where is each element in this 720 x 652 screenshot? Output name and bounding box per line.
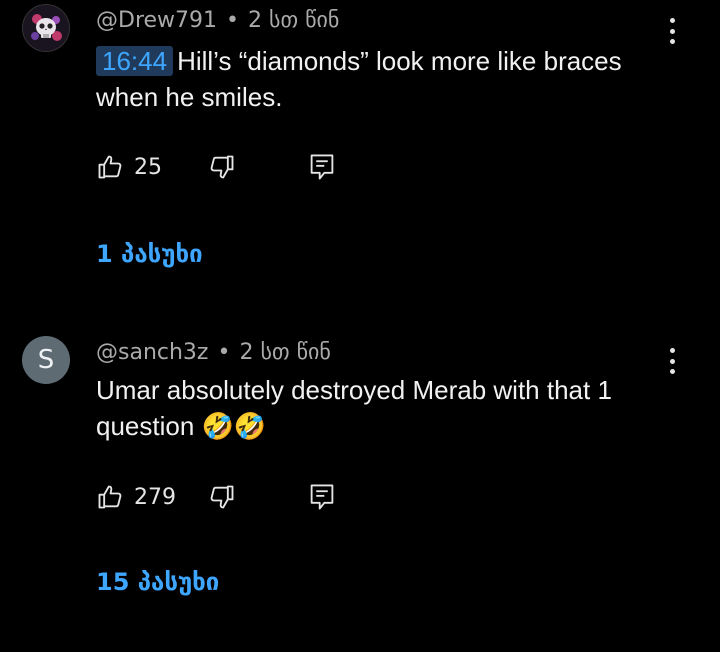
comment-author[interactable]: @Drew791 bbox=[96, 8, 217, 33]
like-count: 25 bbox=[134, 154, 162, 180]
dislike-button[interactable] bbox=[208, 483, 236, 511]
comment-meta: @sanch3z • 2 სთ წინ bbox=[96, 340, 331, 365]
comment-meta: @Drew791 • 2 სთ წინ bbox=[96, 8, 339, 33]
comment-text-container: 16:44 Hill’s “diamonds” look more like br… bbox=[96, 43, 676, 115]
comment-text: Hill’s “diamonds” look more like braces … bbox=[96, 46, 622, 112]
comment-actions: 279 bbox=[96, 480, 336, 514]
like-count: 279 bbox=[134, 484, 176, 510]
comment-time: 2 სთ წინ bbox=[248, 8, 340, 33]
like-button[interactable]: 25 bbox=[96, 153, 162, 181]
skull-avatar-icon bbox=[23, 5, 69, 51]
avatar[interactable] bbox=[22, 4, 70, 52]
timestamp-link[interactable]: 16:44 bbox=[96, 46, 174, 76]
dislike-button[interactable] bbox=[208, 153, 236, 181]
meta-separator: • bbox=[226, 8, 240, 33]
comment-reply-icon bbox=[310, 484, 334, 510]
meta-separator: • bbox=[217, 340, 231, 365]
thumbs-up-icon bbox=[98, 155, 122, 179]
comment-author[interactable]: @sanch3z bbox=[96, 340, 208, 365]
comment-actions: 25 bbox=[96, 150, 336, 184]
comment-reply-icon bbox=[310, 154, 334, 180]
view-replies-link[interactable]: 1 პასუხი bbox=[96, 240, 203, 268]
view-replies-link[interactable]: 15 პასუხი bbox=[96, 568, 219, 596]
thumbs-down-icon bbox=[210, 485, 234, 509]
avatar-letter: S bbox=[37, 345, 55, 375]
avatar[interactable]: S bbox=[22, 336, 70, 384]
more-options-icon[interactable] bbox=[662, 16, 682, 46]
reply-button[interactable] bbox=[308, 482, 336, 512]
comment-time: 2 სთ წინ bbox=[239, 340, 331, 365]
comment-text: Umar absolutely destroyed Merab with tha… bbox=[96, 375, 612, 441]
thumbs-down-icon bbox=[210, 155, 234, 179]
thumbs-up-icon bbox=[98, 485, 122, 509]
like-button[interactable]: 279 bbox=[96, 483, 176, 511]
reply-button[interactable] bbox=[308, 152, 336, 182]
